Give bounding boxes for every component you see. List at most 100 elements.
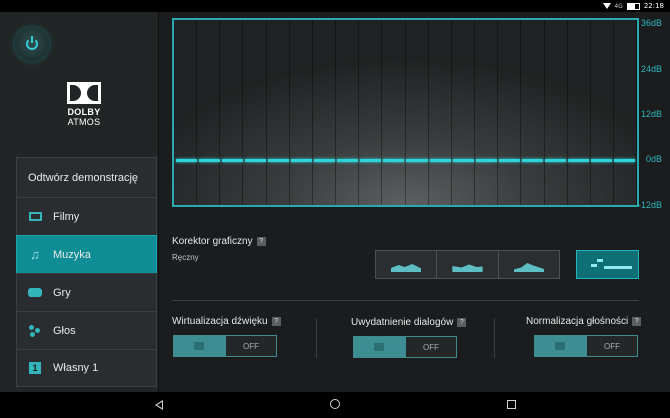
play-demo-label: Odtwórz demonstrację [28,171,139,184]
graph-column [475,20,499,205]
volume-leveler-label: Normalizacja głośności? [526,316,642,327]
sidebar-item-voice[interactable]: Głos [16,311,157,349]
dialogue-enhancer-label: Uwydatnienie dialogów? [351,317,467,328]
power-button[interactable] [15,27,49,61]
graph-column [382,20,406,205]
volume-leveler-label-text: Normalizacja głośności [526,316,629,327]
eq-band-segment[interactable] [199,159,221,162]
film-icon [27,211,43,223]
sidebar-item-movies[interactable]: Filmy [16,197,157,235]
battery-icon [626,2,640,10]
graph-column [359,20,383,205]
recent-apps-icon[interactable] [507,400,516,409]
play-demo-button[interactable]: Odtwórz demonstrację [16,157,157,197]
toggle-off-label: OFF [587,336,637,356]
eq-band-segment[interactable] [429,159,451,162]
virtualizer-label: Wirtualizacja dźwięku? [172,316,281,327]
wifi-icon [603,3,612,9]
dolby-double-d-icon [67,82,101,104]
sidebar-item-label: Filmy [53,210,80,223]
rich-wave-icon [452,264,483,272]
gamepad-icon [27,287,43,299]
toggle-on-part [354,337,406,357]
sidebar-item-label: Gry [53,286,71,299]
help-icon[interactable]: ? [457,317,467,327]
eq-band-segment[interactable] [314,159,336,162]
eq-band-segment[interactable] [268,159,290,162]
eq-band-segment[interactable] [498,159,520,162]
column-divider [316,318,317,358]
db-label-minus-12: -12dB [637,200,662,210]
sidebar-item-custom-1[interactable]: 1 Własny 1 [16,349,157,387]
graph-column [290,20,313,205]
section-divider [172,300,639,301]
graphic-eq-title: Korektor graficzny? [172,236,266,247]
sidebar-item-music[interactable]: ♫ Muzyka [16,235,157,273]
db-label-12: 12dB [640,109,662,119]
help-icon[interactable]: ? [271,316,281,326]
toggle-on-part [174,336,226,356]
eq-band-segment[interactable] [291,159,313,162]
graph-column [591,20,614,205]
toggle-off-label: OFF [406,337,456,357]
graph-column [498,20,522,205]
eq-mode-label: Ręczny [172,253,199,262]
eq-band-segment[interactable] [475,159,497,162]
volume-leveler-toggle[interactable]: OFF [534,335,638,357]
sidebar-item-games[interactable]: Gry [16,273,157,311]
eq-band-segment[interactable] [360,159,382,162]
graph-column [336,20,360,205]
eq-band-segment[interactable] [176,159,198,162]
dialogue-enhancer-label-text: Uwydatnienie dialogów [351,317,454,328]
graph-column [406,20,429,205]
dolby-atmos-logo: DOLBY ATMOS [66,82,102,127]
custom-1-icon: 1 [27,362,43,374]
manual-preset-button[interactable] [576,250,639,279]
equalizer-graph[interactable] [172,18,639,207]
power-icon [26,36,38,50]
status-icons: 4G 22:18 [603,0,664,12]
network-type: 4G [614,2,623,10]
eq-band-segment[interactable] [245,159,267,162]
sidebar-item-label: Głos [53,324,76,337]
eq-band-segment[interactable] [452,159,474,162]
rich-preset-button[interactable] [437,251,499,278]
graph-column [220,20,244,205]
eq-band-segment[interactable] [222,159,244,162]
music-note-icon: ♫ [30,246,40,262]
brand-line-2: ATMOS [67,117,101,127]
eq-band-segment[interactable] [544,159,566,162]
sidebar-item-label: Muzyka [53,248,91,261]
virtualizer-toggle[interactable]: OFF [173,335,277,357]
home-icon[interactable] [330,399,340,409]
eq-band-segment[interactable] [590,159,612,162]
focused-preset-button[interactable] [498,251,559,278]
dialogue-enhancer-toggle[interactable]: OFF [353,336,457,358]
open-preset-button[interactable] [376,251,438,278]
eq-band-segment[interactable] [383,159,405,162]
eq-curve[interactable] [176,159,635,162]
eq-band-segment[interactable] [337,159,359,162]
eq-band-segment[interactable] [567,159,589,162]
graph-grid [174,20,637,205]
status-bar: 4G 22:18 [0,0,670,12]
graph-column [545,20,568,205]
eq-band-segment[interactable] [521,159,543,162]
sidebar: DOLBY ATMOS Odtwórz demonstrację Filmy ♫… [0,12,159,392]
help-icon[interactable]: ? [256,236,266,246]
db-label-36: 36dB [640,18,662,28]
clock: 22:18 [643,2,664,10]
voice-icon [27,324,43,337]
brand-line-1: DOLBY [67,107,101,117]
toggle-off-label: OFF [226,336,276,356]
help-icon[interactable]: ? [632,316,642,326]
graph-column [267,20,290,205]
graphic-eq-title-text: Korektor graficzny [172,236,253,247]
navigation-bar [0,392,670,418]
eq-band-segment[interactable] [406,159,428,162]
graph-column [521,20,545,205]
virtualizer-label-text: Wirtualizacja dźwięku [172,316,268,327]
eq-preset-group [375,250,560,279]
back-icon[interactable] [155,400,163,410]
graph-column [313,20,337,205]
